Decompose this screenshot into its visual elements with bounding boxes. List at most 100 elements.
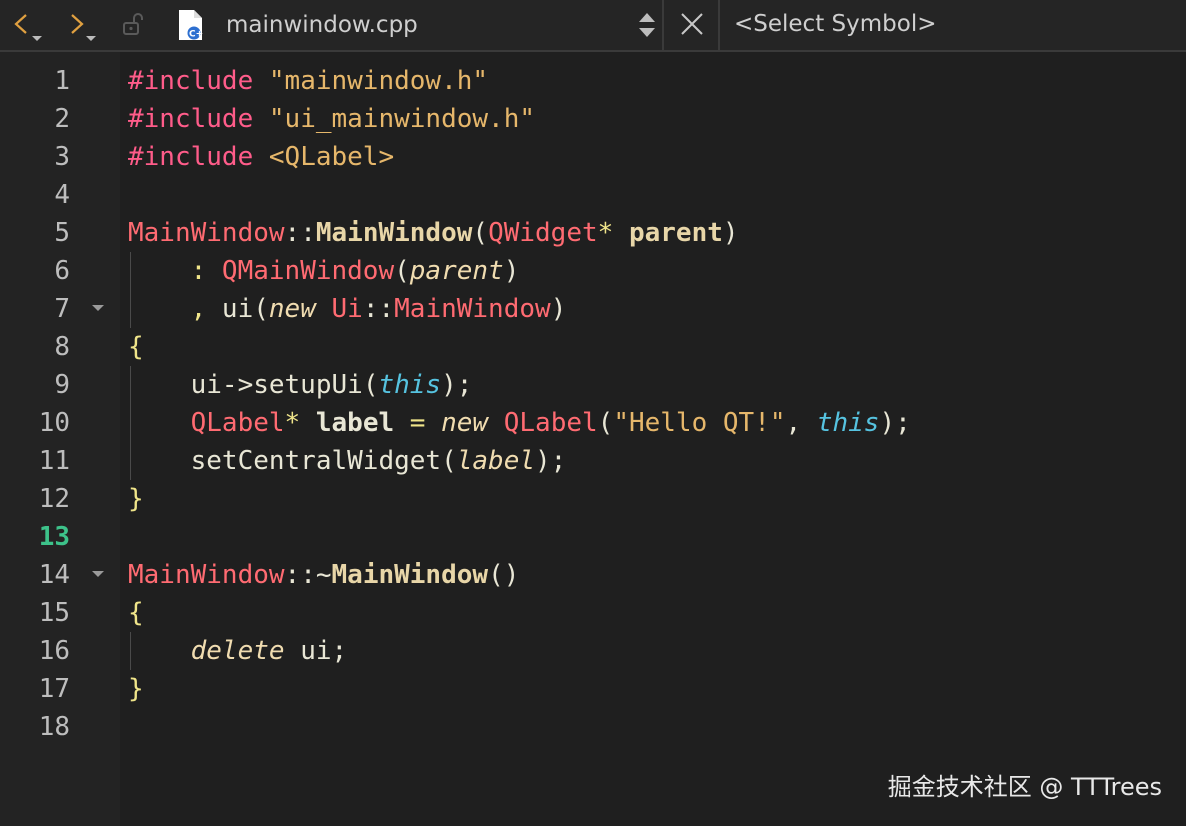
watermark: 掘金技术社区 @ TTTrees	[887, 773, 1162, 801]
code-token: this	[378, 370, 442, 400]
code-token: MainWindow	[128, 218, 285, 248]
code-line: ui->setupUi(this);	[128, 366, 473, 404]
code-token: "Hello QT!"	[613, 408, 786, 438]
code-token: );	[535, 446, 567, 476]
code-token: new	[268, 294, 332, 324]
fold-arrow-icon[interactable]	[90, 556, 106, 594]
line-number: 16	[38, 636, 70, 666]
code-token: #include	[128, 66, 269, 96]
back-button[interactable]	[8, 6, 48, 44]
close-icon[interactable]	[676, 8, 708, 40]
code-token: "ui_mainwindow.h"	[268, 104, 535, 134]
code-token: ::~	[284, 560, 332, 590]
code-line: : QMainWindow(parent)	[128, 252, 520, 290]
code-token: ui;	[284, 636, 348, 666]
code-line: QLabel* label = new QLabel("Hello QT!", …	[128, 404, 911, 442]
symbol-selector[interactable]: <Select Symbol>	[734, 10, 937, 38]
code-token: this	[816, 408, 880, 438]
forward-button[interactable]	[64, 6, 104, 44]
code-token: MainWindow	[331, 560, 489, 590]
code-line: }	[128, 480, 144, 518]
line-number: 8	[54, 332, 70, 362]
editor-toolbar: C+ mainwindow.cpp <Select Symbol>	[0, 0, 1186, 52]
chevron-left-icon	[14, 14, 42, 41]
line-number-gutter: 1 2 3 4 5 6 7 8 9 10 11 12 13 14 15 16 17 18	[0, 52, 120, 826]
code-line: }	[128, 670, 144, 708]
line-number: 10	[38, 408, 70, 438]
code-token: #include	[128, 104, 269, 134]
code-token: {	[128, 332, 144, 362]
code-token: MainWindow	[128, 560, 285, 590]
toolbar-divider	[718, 0, 720, 50]
code-token: ::	[362, 294, 395, 324]
line-number: 11	[38, 446, 70, 476]
line-number: 13	[38, 522, 70, 552]
up-down-arrows-icon[interactable]	[632, 8, 662, 42]
code-token: ::	[284, 218, 316, 248]
code-token: ()	[488, 560, 520, 590]
code-token: ,	[785, 408, 817, 438]
code-token: (	[394, 256, 410, 286]
code-token: }	[128, 674, 144, 704]
code-token: label	[315, 408, 395, 438]
code-token: new	[441, 408, 504, 438]
indent-guide	[130, 252, 131, 328]
code-token: *	[597, 218, 629, 248]
code-token: *	[284, 408, 316, 438]
line-number: 3	[54, 142, 70, 172]
code-token: parent	[409, 256, 504, 286]
line-number: 14	[38, 560, 70, 590]
line-number: 15	[38, 598, 70, 628]
code-token: QLabel	[190, 408, 285, 438]
line-number: 1	[54, 66, 70, 96]
unlock-icon[interactable]	[118, 10, 148, 40]
chevron-right-icon	[71, 14, 96, 41]
code-token: {	[128, 598, 144, 628]
code-token: ui->setupUi	[128, 370, 363, 400]
code-token: =	[394, 408, 442, 438]
file-name[interactable]: mainwindow.cpp	[226, 11, 418, 39]
code-token: }	[128, 484, 144, 514]
code-line: #include "ui_mainwindow.h"	[128, 100, 535, 138]
code-token: MainWindow	[394, 294, 551, 324]
code-token: delete	[190, 636, 285, 666]
indent-guide	[130, 632, 131, 670]
code-line: delete ui;	[128, 632, 348, 670]
code-text-area[interactable]: #include "mainwindow.h" #include "ui_main…	[120, 52, 1186, 826]
code-editor: 1 2 3 4 5 6 7 8 9 10 11 12 13 14 15 16 17 18 #include "ma…	[0, 52, 1186, 826]
line-number: 2	[54, 104, 70, 134]
code-token: label	[456, 446, 536, 476]
code-token: :	[128, 256, 222, 286]
code-token: ,	[128, 294, 222, 324]
code-line: setCentralWidget(label);	[128, 442, 567, 480]
line-number: 18	[38, 712, 70, 742]
code-token: QWidget	[488, 218, 598, 248]
code-token: );	[879, 408, 911, 438]
code-token: )	[550, 294, 567, 324]
line-number: 4	[54, 180, 70, 210]
code-line: #include "mainwindow.h"	[128, 62, 488, 100]
code-line: MainWindow::~MainWindow()	[128, 556, 519, 594]
code-token: );	[441, 370, 473, 400]
code-token: )	[503, 256, 520, 286]
code-line: MainWindow::MainWindow(QWidget* parent)	[128, 214, 739, 252]
code-token: (	[253, 294, 269, 324]
line-number: 9	[54, 370, 70, 400]
code-line: #include <QLabel>	[128, 138, 394, 176]
line-number: 7	[54, 294, 70, 324]
code-line: , ui(new Ui::MainWindow)	[128, 290, 567, 328]
code-token: Ui	[331, 294, 363, 324]
code-line: {	[128, 594, 144, 632]
code-token: (	[597, 408, 614, 438]
fold-arrow-icon[interactable]	[90, 290, 106, 328]
code-token: parent	[628, 218, 723, 248]
code-token: (	[441, 446, 457, 476]
code-token: (	[362, 370, 379, 400]
indent-guide	[130, 366, 131, 480]
cpp-file-icon: C+	[176, 8, 206, 42]
code-token: "mainwindow.h"	[268, 66, 489, 96]
line-number: 6	[54, 256, 70, 286]
line-number: 5	[54, 218, 70, 248]
